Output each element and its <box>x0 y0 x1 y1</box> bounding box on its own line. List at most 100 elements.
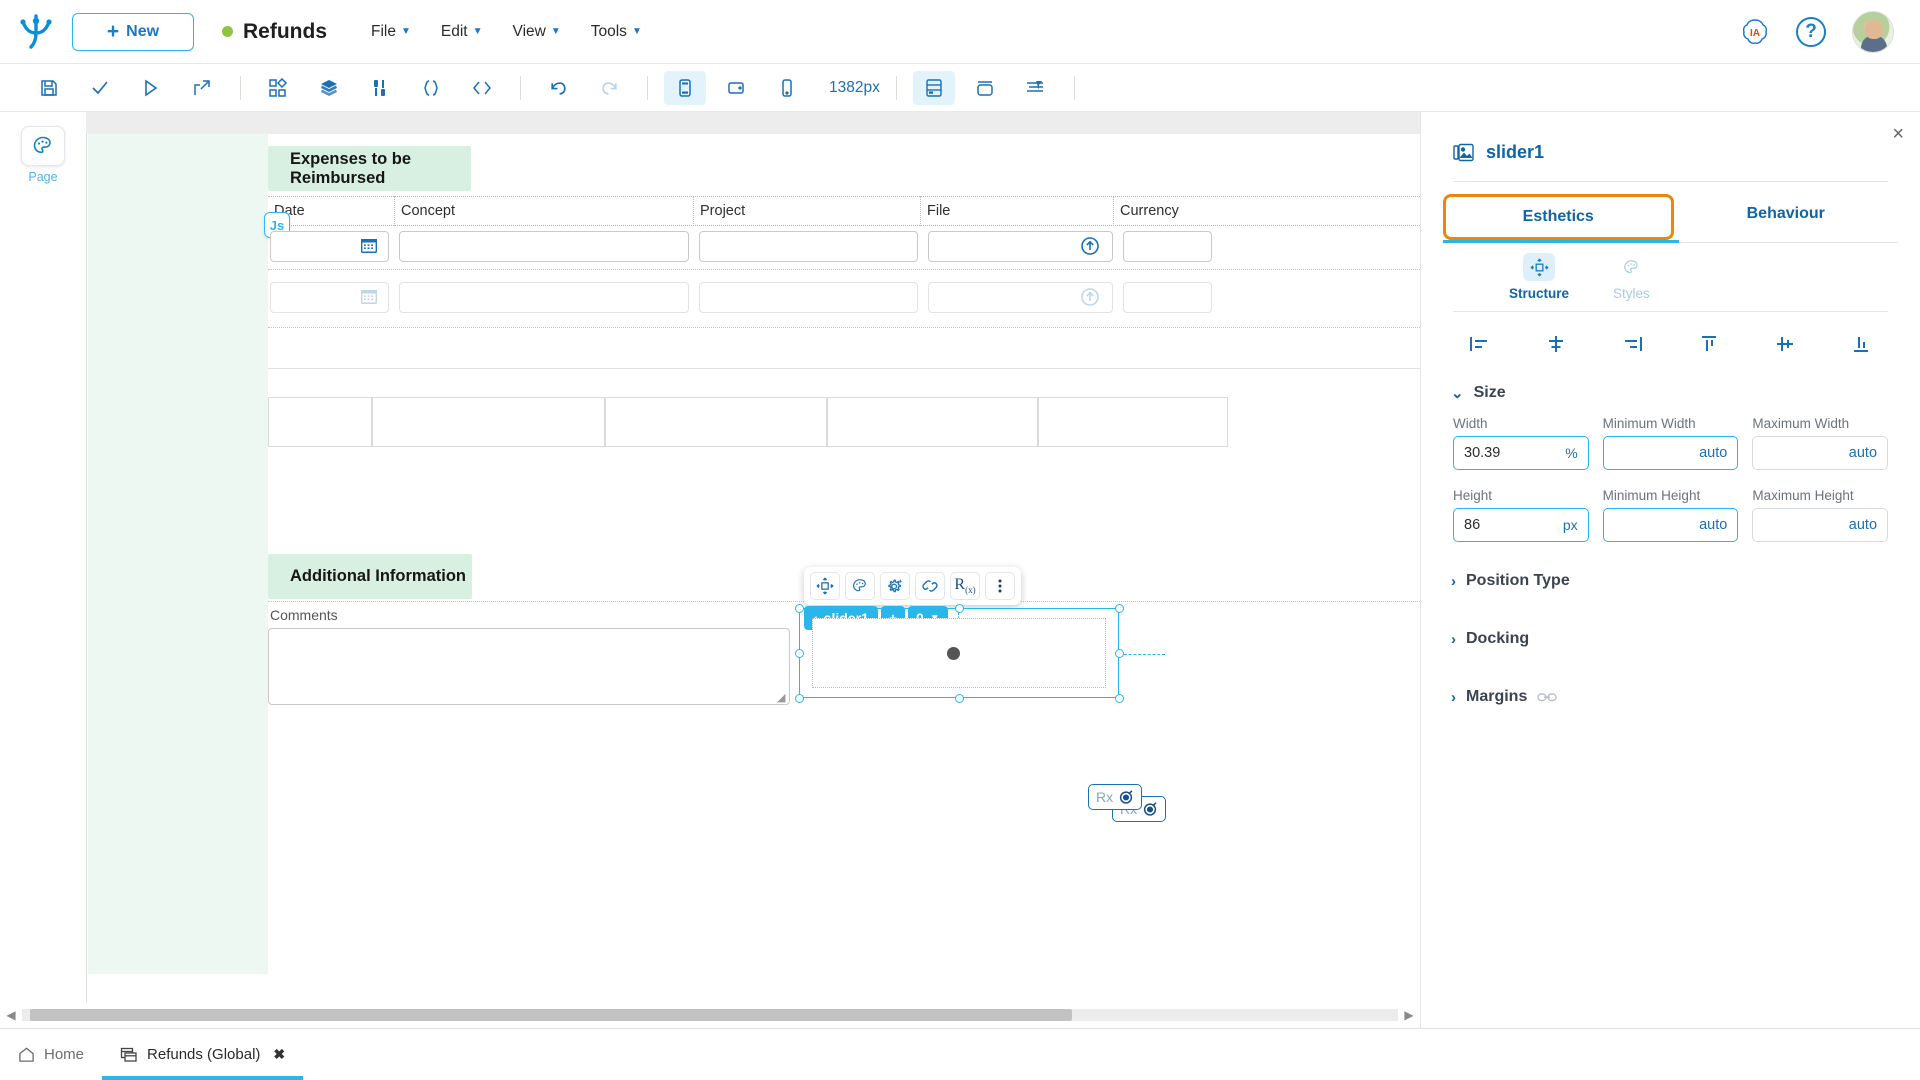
resize-grip-icon[interactable]: ◢ <box>777 693 787 703</box>
table-column-project: Project <box>694 196 921 226</box>
home-icon <box>18 1046 35 1063</box>
ia-assistant-icon[interactable]: IA <box>1740 17 1770 47</box>
rx-badge-primary[interactable]: Rx <box>1088 784 1142 810</box>
section-docking-label: Docking <box>1466 630 1529 648</box>
check-icon[interactable] <box>79 71 121 105</box>
components-icon[interactable] <box>257 71 299 105</box>
section-margins-header[interactable]: › Margins <box>1421 648 1920 706</box>
link-chain-icon[interactable] <box>1537 691 1557 704</box>
section-margins-label: Margins <box>1466 688 1527 706</box>
redo-icon[interactable] <box>588 71 630 105</box>
maximum-height-input[interactable]: auto <box>1752 508 1888 542</box>
bottom-tab-refunds[interactable]: Refunds (Global) ✖ <box>102 1029 303 1080</box>
align-top-icon[interactable] <box>1690 328 1728 360</box>
subtab-structure[interactable]: Structure <box>1509 253 1569 301</box>
resize-handle-e[interactable] <box>1115 649 1124 658</box>
concept-field-row1 <box>399 231 689 262</box>
mobile-view-icon[interactable] <box>766 71 808 105</box>
menu-view[interactable]: View ▼ <box>513 23 561 41</box>
menu-tools[interactable]: Tools ▼ <box>591 23 642 41</box>
grid-layout-icon[interactable] <box>913 71 955 105</box>
more-options-icon[interactable] <box>985 572 1015 600</box>
table-column-currency: Currency <box>1114 196 1224 226</box>
scroll-right-arrow-icon[interactable]: ▶ <box>1398 1008 1420 1022</box>
undo-icon[interactable] <box>537 71 579 105</box>
data-sources-icon[interactable] <box>359 71 401 105</box>
minimum-height-input[interactable]: auto <box>1603 508 1739 542</box>
selected-element-slider1[interactable] <box>799 608 1119 698</box>
subtab-styles[interactable]: Styles <box>1613 253 1650 301</box>
menu-file[interactable]: File ▼ <box>371 23 411 41</box>
resize-handle-s[interactable] <box>955 694 964 703</box>
toolbar-divider <box>647 76 648 100</box>
section-position-type-label: Position Type <box>1466 572 1570 590</box>
document-title-label: Refunds <box>243 20 327 44</box>
move-resize-icon[interactable] <box>810 572 840 600</box>
field-maximum-height: Maximum Height auto <box>1752 488 1888 542</box>
help-icon[interactable]: ? <box>1796 17 1826 47</box>
align-center-horizontal-icon[interactable] <box>1537 328 1575 360</box>
horizontal-scrollbar[interactable]: ◀ ▶ <box>0 1002 1420 1028</box>
save-icon[interactable] <box>28 71 70 105</box>
calendar-icon[interactable] <box>360 236 378 254</box>
section-size-header[interactable]: ⌄ Size <box>1421 360 1920 402</box>
section-title-expenses: Expenses to be Reimbursed <box>268 146 471 191</box>
resize-handle-sw[interactable] <box>795 694 804 703</box>
app-logo[interactable] <box>0 13 72 51</box>
align-bottom-icon[interactable] <box>1842 328 1880 360</box>
close-panel-icon[interactable]: × <box>1892 124 1904 144</box>
resize-handle-ne[interactable] <box>1115 604 1124 613</box>
height-input[interactable]: 86 px <box>1453 508 1589 542</box>
layers-icon[interactable] <box>308 71 350 105</box>
width-input[interactable]: 30.39 % <box>1453 436 1589 470</box>
upload-icon[interactable] <box>1080 287 1100 307</box>
maximum-width-input[interactable]: auto <box>1752 436 1888 470</box>
zoom-level-value[interactable]: 1382px <box>829 79 880 97</box>
user-avatar[interactable] <box>1852 11 1894 53</box>
link-icon[interactable] <box>915 572 945 600</box>
section-position-type-header[interactable]: › Position Type <box>1421 542 1920 590</box>
code-icon[interactable] <box>461 71 503 105</box>
tab-esthetics[interactable]: Esthetics <box>1443 194 1674 240</box>
variables-icon[interactable] <box>410 71 452 105</box>
align-center-vertical-icon[interactable] <box>1766 328 1804 360</box>
slider-thumb-handle[interactable] <box>947 647 960 660</box>
scroll-left-arrow-icon[interactable]: ◀ <box>0 1008 22 1022</box>
height-value: 86 <box>1464 517 1480 533</box>
tablet-view-icon[interactable] <box>715 71 757 105</box>
filter-icon[interactable] <box>1015 71 1057 105</box>
rx-formula-icon[interactable]: R(x) <box>950 572 980 600</box>
resize-handle-nw[interactable] <box>795 604 804 613</box>
close-tab-icon[interactable]: ✖ <box>273 1046 285 1063</box>
currency-field-row1 <box>1123 231 1212 262</box>
design-canvas[interactable]: Expenses to be Reimbursed Date Concept P… <box>86 112 1420 1002</box>
document-title: Refunds <box>222 20 327 44</box>
upload-icon[interactable] <box>1080 236 1100 256</box>
settings-icon[interactable] <box>880 572 910 600</box>
menu-edit[interactable]: Edit ▼ <box>441 23 483 41</box>
resize-handle-se[interactable] <box>1115 694 1124 703</box>
panel-title-label: slider1 <box>1486 142 1544 163</box>
comments-textarea[interactable]: ◢ <box>268 628 790 705</box>
scrollbar-track[interactable] <box>22 1009 1398 1021</box>
run-icon[interactable] <box>130 71 172 105</box>
section-docking-header[interactable]: › Docking <box>1421 590 1920 648</box>
scrollbar-thumb[interactable] <box>30 1009 1072 1021</box>
resize-handle-w[interactable] <box>795 649 804 658</box>
desktop-view-icon[interactable] <box>664 71 706 105</box>
calendar-icon[interactable] <box>360 287 378 305</box>
resize-handle-n[interactable] <box>955 604 964 613</box>
field-minimum-height-label: Minimum Height <box>1603 488 1739 503</box>
minimum-width-input[interactable]: auto <box>1603 436 1739 470</box>
deploy-icon[interactable] <box>181 71 223 105</box>
container-icon[interactable] <box>964 71 1006 105</box>
page-surface[interactable]: Expenses to be Reimbursed Date Concept P… <box>86 134 1420 1002</box>
align-right-icon[interactable] <box>1613 328 1651 360</box>
new-button[interactable]: + New <box>72 13 194 51</box>
bottom-tab-home[interactable]: Home <box>0 1029 102 1080</box>
element-float-toolbar: R(x) <box>804 567 1021 605</box>
align-left-icon[interactable] <box>1461 328 1499 360</box>
tab-behaviour[interactable]: Behaviour <box>1674 194 1899 240</box>
rail-item-page[interactable]: Page <box>15 126 71 184</box>
palette-icon[interactable] <box>845 572 875 600</box>
